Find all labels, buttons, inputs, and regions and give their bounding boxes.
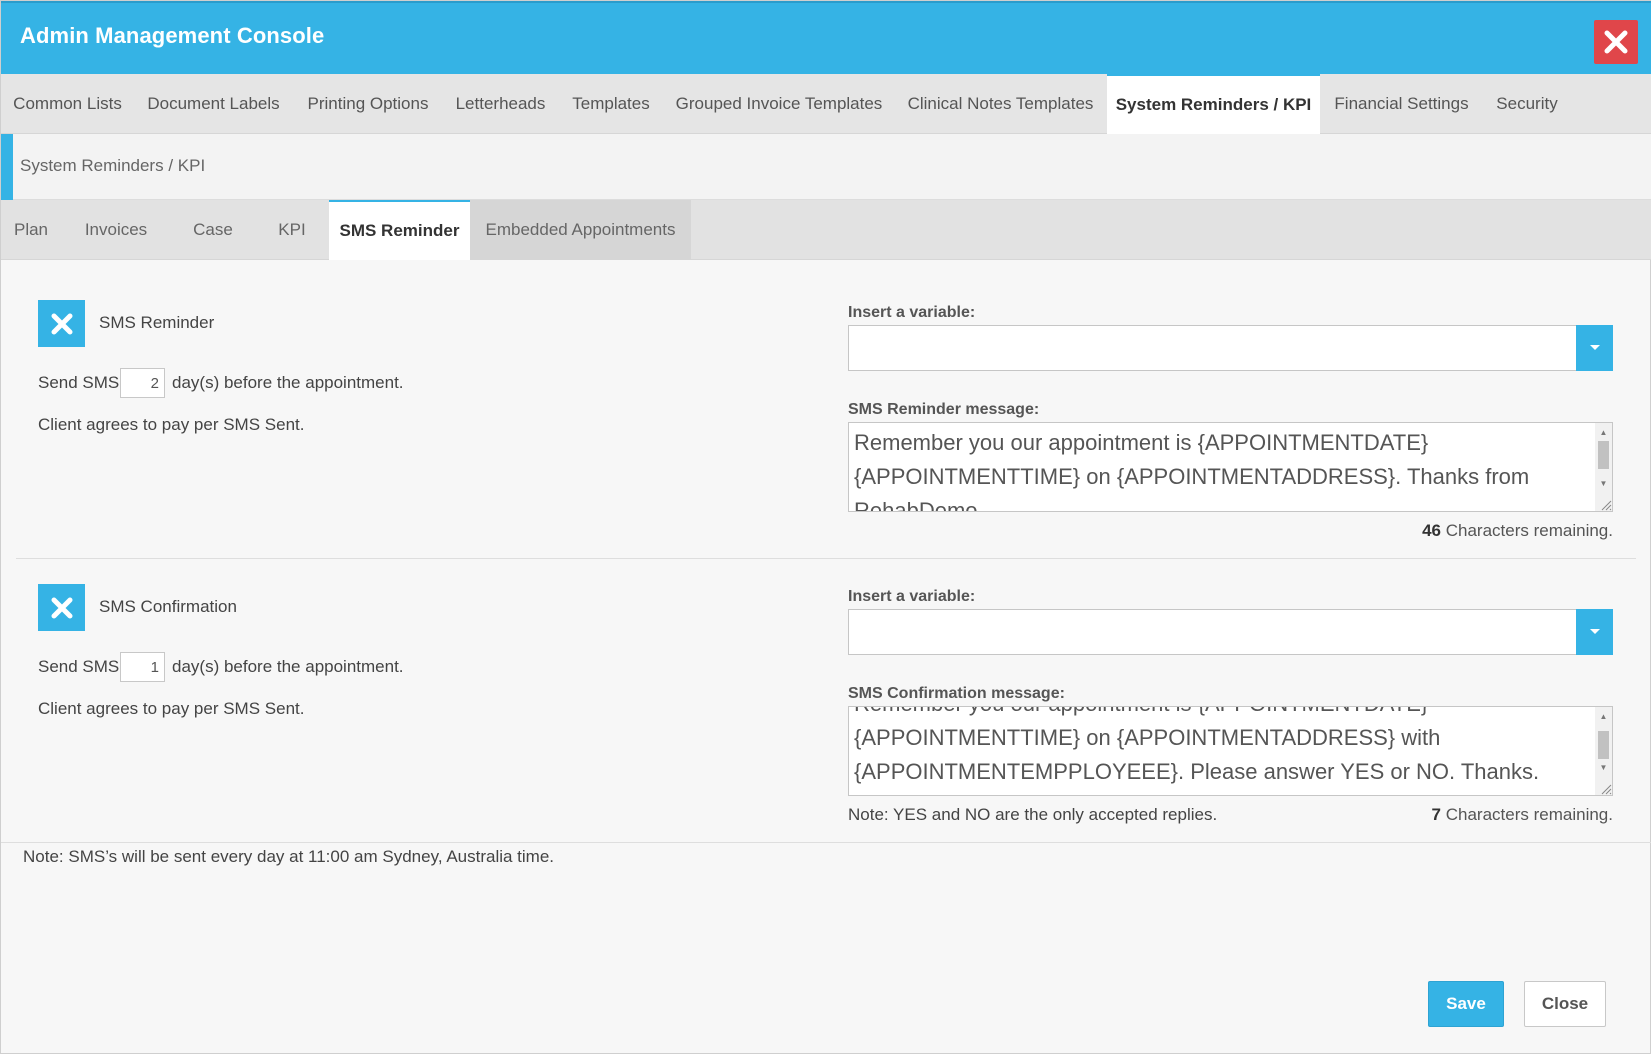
reminder-message-textarea[interactable]: Remember you our appointment is {APPOINT… xyxy=(848,422,1613,512)
subtab-kpi[interactable]: KPI xyxy=(255,200,329,260)
confirmation-variable-select[interactable] xyxy=(848,609,1613,655)
chevron-down-icon xyxy=(1589,345,1600,350)
confirmation-message-text: Remember you our appointment is {APPOINT… xyxy=(854,707,1540,784)
tab-system-reminders-kpi[interactable]: System Reminders / KPI xyxy=(1107,74,1320,134)
sub-tab-bar: Plan Invoices Case KPI SMS Reminder Embe… xyxy=(1,200,1651,260)
title-bar: Admin Management Console xyxy=(1,1,1651,74)
breadcrumb-accent xyxy=(1,134,13,200)
subtab-plan[interactable]: Plan xyxy=(1,200,61,260)
scroll-down-icon[interactable]: ▼ xyxy=(1595,760,1612,774)
breadcrumb: System Reminders / KPI xyxy=(20,156,206,175)
close-icon xyxy=(51,597,72,618)
chevron-down-icon xyxy=(1589,629,1600,634)
tab-clinical-notes-templates[interactable]: Clinical Notes Templates xyxy=(894,74,1107,134)
reminder-message-label: SMS Reminder message: xyxy=(848,401,1040,418)
admin-console-window: Admin Management Console Common Lists Do… xyxy=(0,0,1651,1054)
reminder-pay-note: Client agrees to pay per SMS Sent. xyxy=(38,415,305,434)
sms-reminder-checkbox[interactable] xyxy=(38,300,85,347)
window-close-button[interactable] xyxy=(1594,20,1638,64)
tab-letterheads[interactable]: Letterheads xyxy=(443,74,558,134)
subtab-case[interactable]: Case xyxy=(171,200,255,260)
sms-confirmation-label: SMS Confirmation xyxy=(99,597,237,616)
confirmation-char-counter: 7 Characters remaining. xyxy=(1301,805,1613,825)
confirmation-days-input[interactable] xyxy=(120,652,165,682)
tab-printing-options[interactable]: Printing Options xyxy=(293,74,443,134)
scroll-up-icon[interactable]: ▲ xyxy=(1595,709,1612,723)
resize-grip-icon[interactable] xyxy=(1598,781,1612,795)
tab-templates[interactable]: Templates xyxy=(558,74,664,134)
reminder-variable-select[interactable] xyxy=(848,325,1613,371)
close-button[interactable]: Close xyxy=(1524,981,1606,1027)
confirmation-pay-note: Client agrees to pay per SMS Sent. xyxy=(38,699,305,718)
subtab-invoices[interactable]: Invoices xyxy=(61,200,171,260)
reminder-send-suffix: day(s) before the appointment. xyxy=(172,373,404,392)
dropdown-button[interactable] xyxy=(1576,325,1613,371)
scroll-down-icon[interactable]: ▼ xyxy=(1595,476,1612,490)
top-tab-bar: Common Lists Document Labels Printing Op… xyxy=(1,74,1651,134)
tab-grouped-invoice-templates[interactable]: Grouped Invoice Templates xyxy=(664,74,894,134)
confirmation-send-prefix: Send SMS xyxy=(38,657,120,676)
reminder-message-text: Remember you our appointment is {APPOINT… xyxy=(854,430,1530,512)
confirmation-message-textarea[interactable]: Remember you our appointment is {APPOINT… xyxy=(848,706,1613,796)
dropdown-button[interactable] xyxy=(1576,609,1613,655)
tab-common-lists[interactable]: Common Lists xyxy=(1,74,134,134)
tab-security[interactable]: Security xyxy=(1483,74,1571,134)
confirmation-variable-label: Insert a variable: xyxy=(848,588,976,605)
close-icon xyxy=(1604,30,1628,54)
footer-divider xyxy=(1,842,1651,843)
close-icon xyxy=(51,313,72,334)
subtab-embedded-appointments[interactable]: Embedded Appointments xyxy=(470,200,691,260)
tab-document-labels[interactable]: Document Labels xyxy=(134,74,293,134)
subtab-sms-reminder[interactable]: SMS Reminder xyxy=(329,200,470,260)
reminder-remaining-text: Characters remaining. xyxy=(1445,521,1613,540)
sms-confirmation-checkbox[interactable] xyxy=(38,584,85,631)
confirmation-message-label: SMS Confirmation message: xyxy=(848,685,1065,702)
scrollbar-thumb[interactable] xyxy=(1598,441,1609,469)
save-button[interactable]: Save xyxy=(1428,981,1504,1027)
reminder-remaining-count: 46 xyxy=(1422,521,1442,540)
window-title: Admin Management Console xyxy=(20,23,325,48)
confirmation-send-suffix: day(s) before the appointment. xyxy=(172,657,404,676)
reminder-char-counter: 46 Characters remaining. xyxy=(1301,521,1613,541)
footer-note: Note: SMS’s will be sent every day at 11… xyxy=(23,847,555,866)
confirmation-reply-note: Note: YES and NO are the only accepted r… xyxy=(848,805,1218,824)
section-divider xyxy=(16,558,1636,559)
reminder-variable-label: Insert a variable: xyxy=(848,304,976,321)
sms-reminder-label: SMS Reminder xyxy=(99,313,215,332)
resize-grip-icon[interactable] xyxy=(1598,497,1612,511)
tab-financial-settings[interactable]: Financial Settings xyxy=(1320,74,1483,134)
confirmation-remaining-count: 7 xyxy=(1431,805,1442,824)
reminder-days-input[interactable] xyxy=(120,368,165,398)
confirmation-remaining-text: Characters remaining. xyxy=(1445,805,1613,824)
scroll-up-icon[interactable]: ▲ xyxy=(1595,425,1612,439)
reminder-send-prefix: Send SMS xyxy=(38,373,120,392)
scrollbar-thumb[interactable] xyxy=(1598,731,1609,759)
breadcrumb-bar: System Reminders / KPI xyxy=(1,134,1651,200)
